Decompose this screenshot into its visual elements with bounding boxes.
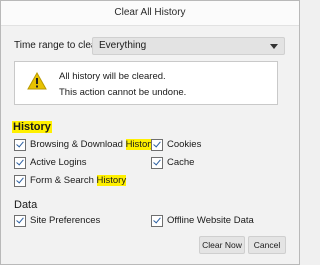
checkbox-label: Form & Search History: [30, 175, 127, 186]
clear-now-button[interactable]: Clear Now: [199, 236, 245, 254]
warning-box: All history will be cleared. This action…: [14, 61, 278, 105]
label-text: Browsing & Download: [30, 139, 126, 150]
time-range-select[interactable]: Everything: [92, 37, 285, 55]
checkbox-checked-icon[interactable]: [14, 139, 26, 151]
checkbox-checked-icon[interactable]: [14, 175, 26, 187]
checkbox-label: Cache: [167, 157, 195, 168]
warning-text-line-1: All history will be cleared.: [59, 71, 166, 82]
time-range-value: Everything: [99, 40, 147, 51]
time-range-row: Time range to clear: Everything: [14, 37, 289, 55]
checkbox-checked-icon[interactable]: [14, 157, 26, 169]
label-highlight: History: [96, 175, 127, 186]
time-range-label: Time range to clear:: [14, 40, 103, 51]
warning-text-line-2: This action cannot be undone.: [59, 87, 187, 98]
checkbox-checked-icon[interactable]: [151, 157, 163, 169]
checkbox-checked-icon[interactable]: [151, 215, 163, 227]
checkbox-checked-icon[interactable]: [151, 139, 163, 151]
data-section-title: Data: [14, 199, 38, 211]
dialog-title: Clear All History: [114, 7, 186, 18]
warning-triangle-icon: [27, 72, 47, 90]
history-section-title: History: [12, 121, 52, 133]
checkbox-label: Site Preferences: [30, 215, 101, 226]
checkbox-label: Active Logins: [30, 157, 87, 168]
checkbox-checked-icon[interactable]: [14, 215, 26, 227]
cancel-button[interactable]: Cancel: [248, 236, 286, 254]
checkbox-label: Cookies: [167, 139, 202, 150]
checkbox-label: Browsing & Download History: [30, 139, 156, 150]
checkbox-label: Offline Website Data: [167, 215, 254, 226]
label-text: Form & Search: [30, 175, 97, 186]
title-bar: Clear All History: [1, 1, 299, 26]
chevron-down-icon: [270, 44, 278, 49]
clear-history-dialog: Clear All History Time range to clear: E…: [0, 0, 300, 265]
